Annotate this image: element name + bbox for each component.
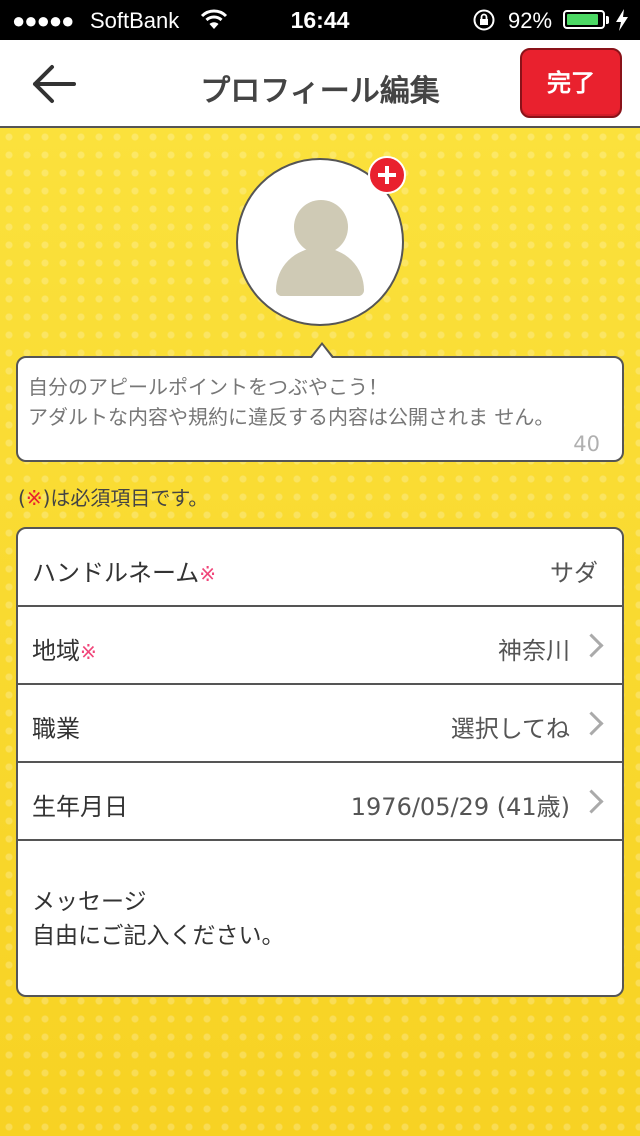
message-placeholder: メッセージ 自由にご記入ください。 <box>32 889 285 949</box>
region-value: 神奈川 <box>498 637 570 665</box>
avatar-placeholder-body <box>276 248 364 296</box>
orientation-lock-icon <box>472 8 496 37</box>
battery-icon <box>563 10 605 29</box>
appeal-placeholder: 自分のアピールポイントをつぶやこう！ アダルトな内容や規約に違反する内容は公開さ… <box>28 375 555 429</box>
character-counter: 40 <box>573 432 600 456</box>
chevron-right-icon <box>579 789 604 814</box>
done-button[interactable]: 完了 <box>520 48 622 118</box>
speech-bubble-tail-fill <box>312 345 332 358</box>
message-input[interactable]: メッセージ 自由にご記入ください。 <box>18 841 622 995</box>
row-label: 職業 <box>32 715 80 743</box>
battery-tip <box>606 16 609 24</box>
birthday-value: 1976/05/29 (41歳) <box>350 793 570 821</box>
row-label: 生年月日 <box>32 793 128 821</box>
add-photo-button[interactable] <box>368 156 406 194</box>
required-mark: ※ <box>199 562 217 586</box>
required-mark: ※ <box>80 640 97 664</box>
row-occupation[interactable]: 職業 選択してね <box>18 685 622 763</box>
avatar-placeholder-head <box>294 200 348 254</box>
row-label: 地域※ <box>32 637 97 665</box>
battery-fill <box>567 14 598 25</box>
navigation-bar: プロフィール編集 完了 <box>0 40 640 128</box>
charging-icon <box>615 8 629 37</box>
handle-name-value: サダ <box>550 559 598 587</box>
status-bar: ●●●●● SoftBank 16:44 92% <box>0 0 640 40</box>
profile-form: ハンドルネーム※ サダ 地域※ 神奈川 職業 選択してね 生年月日 1976/0… <box>16 527 624 997</box>
required-fields-note: (※)は必須項目です。 <box>18 486 209 510</box>
occupation-value: 選択してね <box>450 715 570 743</box>
chevron-right-icon <box>579 633 604 658</box>
row-region[interactable]: 地域※ 神奈川 <box>18 607 622 685</box>
row-label: ハンドルネーム※ <box>32 559 217 587</box>
chevron-right-icon <box>579 711 604 736</box>
row-birthday[interactable]: 生年月日 1976/05/29 (41歳) <box>18 763 622 841</box>
row-handle-name[interactable]: ハンドルネーム※ サダ <box>18 529 622 607</box>
required-mark: ※ <box>25 486 43 510</box>
appeal-input[interactable]: 自分のアピールポイントをつぶやこう！ アダルトな内容や規約に違反する内容は公開さ… <box>16 356 624 462</box>
battery-percent: 92% <box>508 8 553 33</box>
